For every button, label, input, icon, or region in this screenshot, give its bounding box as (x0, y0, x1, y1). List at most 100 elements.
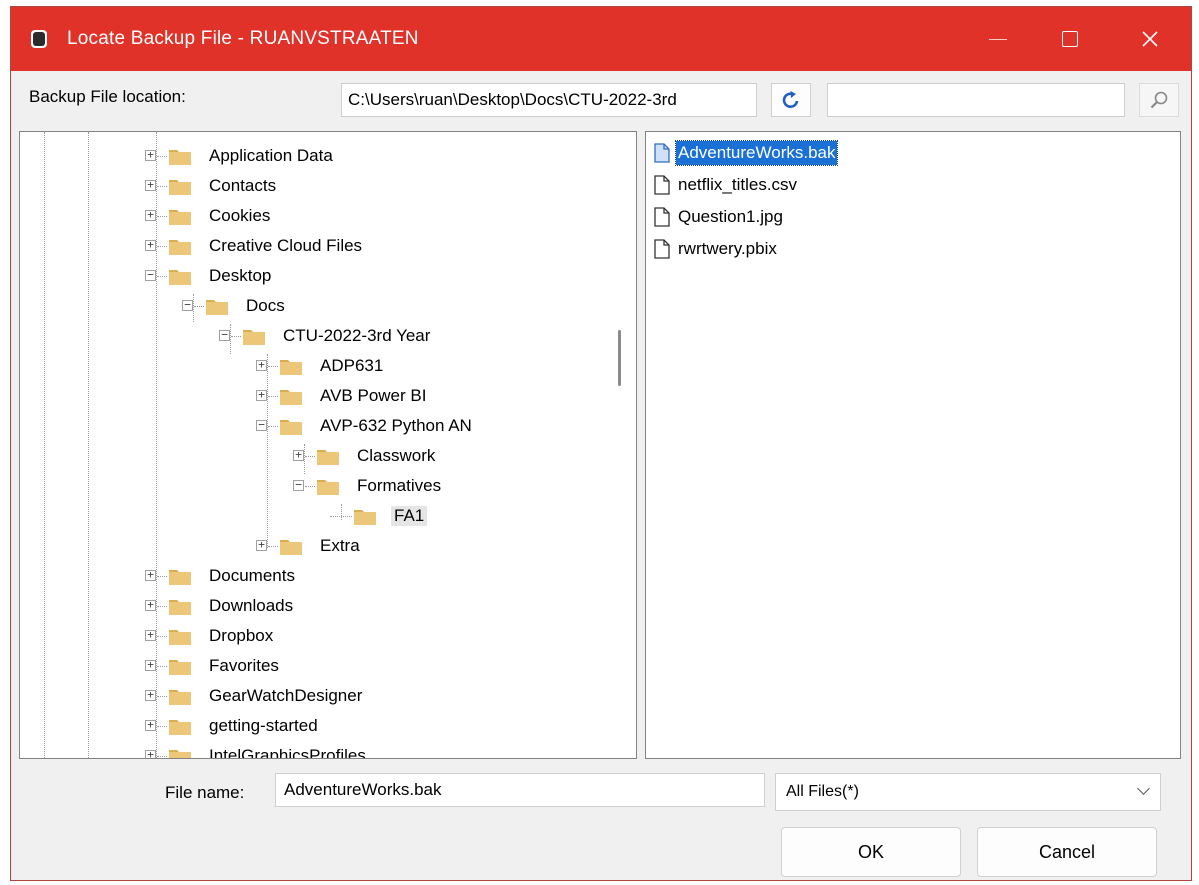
tree-item-label[interactable]: IntelGraphicsProfiles (209, 746, 366, 758)
tree-expander[interactable]: − (219, 329, 230, 341)
tree-connector (330, 516, 352, 517)
file-icon (654, 143, 670, 163)
cancel-button[interactable]: Cancel (977, 827, 1157, 877)
tree-item-label[interactable]: Downloads (209, 596, 293, 616)
tree-item-label[interactable]: Formatives (357, 476, 441, 496)
search-input[interactable] (827, 83, 1125, 117)
refresh-icon (782, 91, 799, 108)
tree-item-label[interactable]: Creative Cloud Files (209, 236, 362, 256)
file-name: AdventureWorks.bak (674, 140, 839, 166)
file-icon (654, 175, 670, 195)
tree-connector (268, 426, 278, 427)
folder-icon (280, 418, 302, 435)
tree-item-label[interactable]: AVB Power BI (320, 386, 426, 406)
tree-item-label[interactable]: Dropbox (209, 626, 273, 646)
maximize-button[interactable] (1035, 7, 1105, 71)
tree-item-label[interactable]: AVP-632 Python AN (320, 416, 472, 436)
file-name: Question1.jpg (678, 207, 783, 226)
tree-scrollbar-thumb[interactable] (618, 330, 621, 386)
minimize-button[interactable] (963, 7, 1033, 71)
close-button[interactable] (1115, 7, 1185, 71)
folder-icon (280, 388, 302, 405)
backup-location-label: Backup File location: (29, 87, 186, 106)
folder-icon (169, 658, 191, 675)
tree-item-label[interactable]: FA1 (391, 506, 428, 526)
tree-guide-line (304, 444, 305, 474)
tree-guide-line (193, 294, 194, 322)
tree-connector (157, 636, 167, 637)
tree-expander[interactable]: + (256, 359, 267, 371)
tree-expander[interactable]: + (145, 749, 156, 758)
tree-item-label[interactable]: Application Data (209, 146, 333, 166)
tree-connector (157, 606, 167, 607)
folder-icon (169, 178, 191, 195)
tree-connector (305, 486, 315, 487)
file-icon (654, 207, 670, 227)
tree-connector (157, 156, 167, 157)
file-type-select[interactable]: All Files(*) (775, 773, 1161, 811)
tree-expander[interactable]: + (256, 389, 267, 401)
tree-item-label[interactable]: Desktop (209, 266, 271, 286)
locate-backup-file-dialog: Locate Backup File - RUANVSTRAATEN Backu… (10, 6, 1192, 881)
tree-connector (157, 666, 167, 667)
tree-connector (305, 456, 315, 457)
backup-location-input[interactable]: C:\Users\ruan\Desktop\Docs\CTU-2022-3rd (341, 83, 757, 117)
tree-expander[interactable]: − (293, 479, 304, 491)
tree-connector (157, 576, 167, 577)
file-list-item[interactable]: netflix_titles.csv (654, 172, 799, 198)
tree-connector (268, 546, 278, 547)
tree-expander[interactable]: + (256, 539, 267, 551)
file-list-item[interactable]: Question1.jpg (654, 204, 785, 230)
file-list[interactable]: AdventureWorks.bak netflix_titles.csv Ques… (645, 131, 1181, 759)
tree-expander[interactable]: − (182, 299, 193, 311)
file-list-item[interactable]: rwrtwery.pbix (654, 236, 779, 262)
tree-item-label[interactable]: Classwork (357, 446, 435, 466)
tree-item-label[interactable]: Contacts (209, 176, 276, 196)
search-icon (1150, 91, 1168, 109)
tree-connector (194, 306, 204, 307)
tree-expander[interactable]: + (145, 629, 156, 641)
tree-item-label[interactable]: Documents (209, 566, 295, 586)
folder-icon (243, 328, 265, 345)
tree-item-label[interactable]: Docs (246, 296, 285, 316)
refresh-button[interactable] (771, 83, 811, 117)
file-list-item[interactable]: AdventureWorks.bak (654, 140, 839, 166)
tree-expander[interactable]: + (293, 449, 304, 461)
tree-expander[interactable]: − (256, 419, 267, 431)
tree-item-label[interactable]: getting-started (209, 716, 318, 736)
tree-connector (268, 366, 278, 367)
ok-button[interactable]: OK (781, 827, 961, 877)
folder-icon (317, 448, 339, 465)
tree-expander[interactable]: + (145, 689, 156, 701)
tree-expander[interactable]: + (145, 209, 156, 221)
tree-expander[interactable]: + (145, 179, 156, 191)
file-name: rwrtwery.pbix (678, 239, 777, 258)
tree-item-label[interactable]: CTU-2022-3rd Year (283, 326, 430, 346)
tree-expander[interactable]: + (145, 239, 156, 251)
tree-expander[interactable]: − (145, 269, 156, 281)
database-icon (31, 30, 47, 48)
folder-icon (169, 748, 191, 758)
folder-icon (169, 598, 191, 615)
tree-expander[interactable]: + (145, 149, 156, 161)
minimize-icon (989, 38, 1007, 40)
tree-guide-line (156, 132, 157, 758)
tree-item-label[interactable]: ADP631 (320, 356, 383, 376)
tree-item-label[interactable]: Cookies (209, 206, 270, 226)
search-button[interactable] (1139, 83, 1179, 117)
folder-icon (169, 238, 191, 255)
tree-expander[interactable]: + (145, 569, 156, 581)
file-name-input[interactable]: AdventureWorks.bak (275, 773, 765, 807)
folder-tree[interactable]: + Application Data + Contacts + Cookies + Creat… (19, 131, 637, 759)
tree-guide-line (44, 132, 45, 758)
tree-guide-line (230, 324, 231, 354)
tree-item-label[interactable]: Favorites (209, 656, 279, 676)
tree-item-label[interactable]: GearWatchDesigner (209, 686, 362, 706)
tree-connector (157, 276, 167, 277)
folder-icon (280, 358, 302, 375)
title-bar[interactable]: Locate Backup File - RUANVSTRAATEN (11, 7, 1191, 71)
tree-item-label[interactable]: Extra (320, 536, 360, 556)
tree-expander[interactable]: + (145, 599, 156, 611)
tree-expander[interactable]: + (145, 659, 156, 671)
tree-expander[interactable]: + (145, 719, 156, 731)
